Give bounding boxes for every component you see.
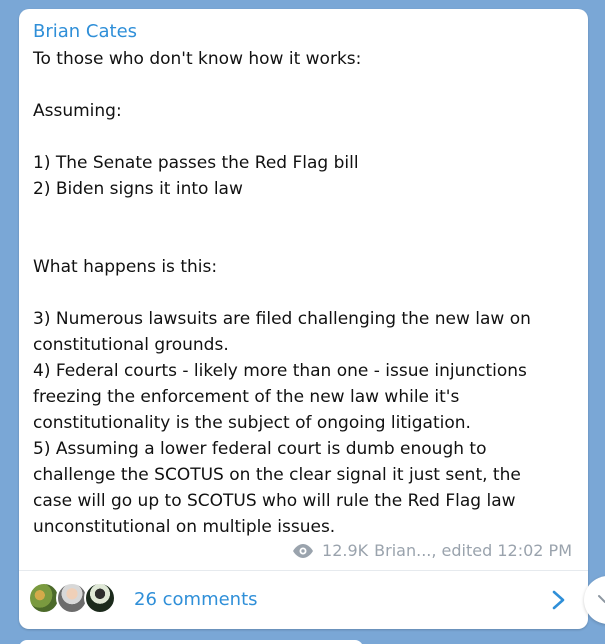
telegram-channel-view: Brian Cates To those who don't know how … xyxy=(0,0,605,644)
message-line: 1) The Senate passes the Red Flag bill xyxy=(33,153,359,173)
message-line: 2) Biden signs it into law xyxy=(33,179,243,199)
message-line: constitutional grounds. xyxy=(33,335,229,355)
message-line: 4) Federal courts - likely more than one… xyxy=(33,361,527,381)
message-line: unconstitutional on multiple issues. xyxy=(33,517,336,537)
message-line: freezing the enforcement of the new law … xyxy=(33,387,460,407)
message-line: 5) Assuming a lower federal court is dum… xyxy=(33,439,487,459)
comments-label: 26 comments xyxy=(134,589,258,610)
comments-button[interactable]: 26 comments xyxy=(19,571,588,629)
chevron-right-icon xyxy=(552,590,565,610)
view-count: 12.9K xyxy=(322,541,369,560)
message-line: Assuming: xyxy=(33,101,122,121)
message-line: To those who don't know how it works: xyxy=(33,49,362,69)
avatar xyxy=(84,582,116,614)
message-text: To those who don't know how it works: As… xyxy=(33,46,571,540)
message-line: constitutionality is the subject of ongo… xyxy=(33,413,471,433)
author-name[interactable]: Brian Cates xyxy=(33,21,137,43)
message-line xyxy=(33,280,571,306)
message-line xyxy=(33,124,571,150)
message-line xyxy=(33,228,571,254)
message-line: What happens is this: xyxy=(33,257,218,277)
next-message-edge xyxy=(19,640,363,644)
message-line: challenge the SCOTUS on the clear signal… xyxy=(33,465,521,485)
message-card: Brian Cates To those who don't know how … xyxy=(19,9,588,629)
message-signature: Brian..., edited 12:02 PM xyxy=(374,541,572,560)
message-line: 3) Numerous lawsuits are filed challengi… xyxy=(33,309,531,329)
eye-icon xyxy=(293,544,314,558)
message-line xyxy=(33,202,571,228)
message-line: case will go up to SCOTUS who will rule … xyxy=(33,491,516,511)
message-line xyxy=(33,72,571,98)
message-meta: 12.9K Brian..., edited 12:02 PM xyxy=(292,541,572,561)
chevron-down-icon xyxy=(598,595,605,603)
